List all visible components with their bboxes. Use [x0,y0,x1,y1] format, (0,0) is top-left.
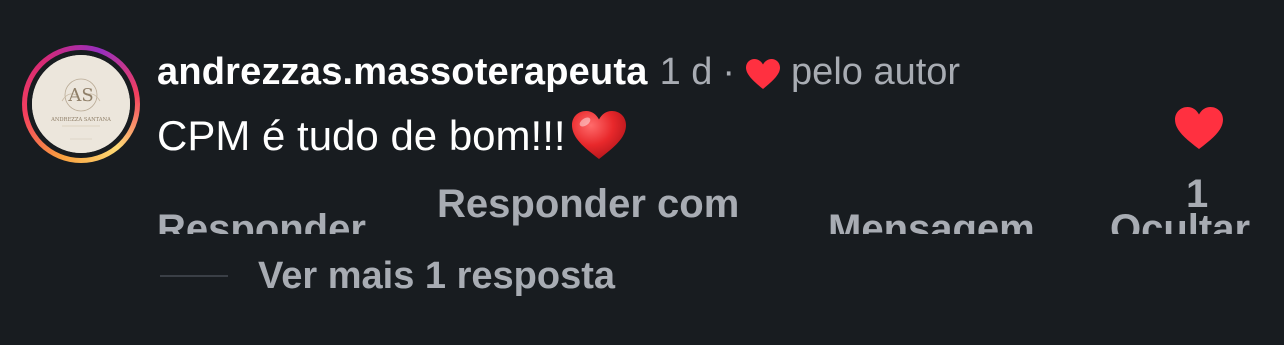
reply-with-button[interactable]: Responder com [437,182,739,227]
message-button[interactable]: Mensagem [828,207,1035,234]
avatar-story-ring[interactable]: AS ANDREZZA SANTANA [22,45,140,163]
comment: AS ANDREZZA SANTANA andrezzas.massoterap… [0,0,1284,345]
view-more-replies-label: Ver mais 1 resposta [258,254,615,297]
avatar-logo: AS ANDREZZA SANTANA [32,55,130,153]
author-liked-heart-icon [746,59,781,89]
red-heart-emoji-icon [571,111,626,159]
avatar-name: ANDREZZA SANTANA [50,117,111,123]
comment-timestamp[interactable]: 1 d [660,51,713,94]
comment-text: CPM é tudo de bom!!! [157,112,566,159]
comment-body: CPM é tudo de bom!!! [157,108,628,164]
reply-button[interactable]: Responder [157,207,366,234]
separator-dot: · [722,50,736,93]
comment-actions: Responder Responder com Mensagem Ocultar [0,180,1284,234]
view-more-replies[interactable]: Ver mais 1 resposta [160,252,615,300]
liked-by-author-label: pelo autor [791,50,961,93]
avatar[interactable]: AS ANDREZZA SANTANA [32,55,130,153]
replies-divider [160,275,228,277]
like-heart-icon[interactable] [1174,106,1224,150]
comment-header: andrezzas.massoterapeuta 1 d · pelo auto… [157,46,960,98]
username-link[interactable]: andrezzas.massoterapeuta [157,51,648,94]
hide-button[interactable]: Ocultar [1110,207,1250,234]
avatar-monogram: AS [67,85,93,106]
